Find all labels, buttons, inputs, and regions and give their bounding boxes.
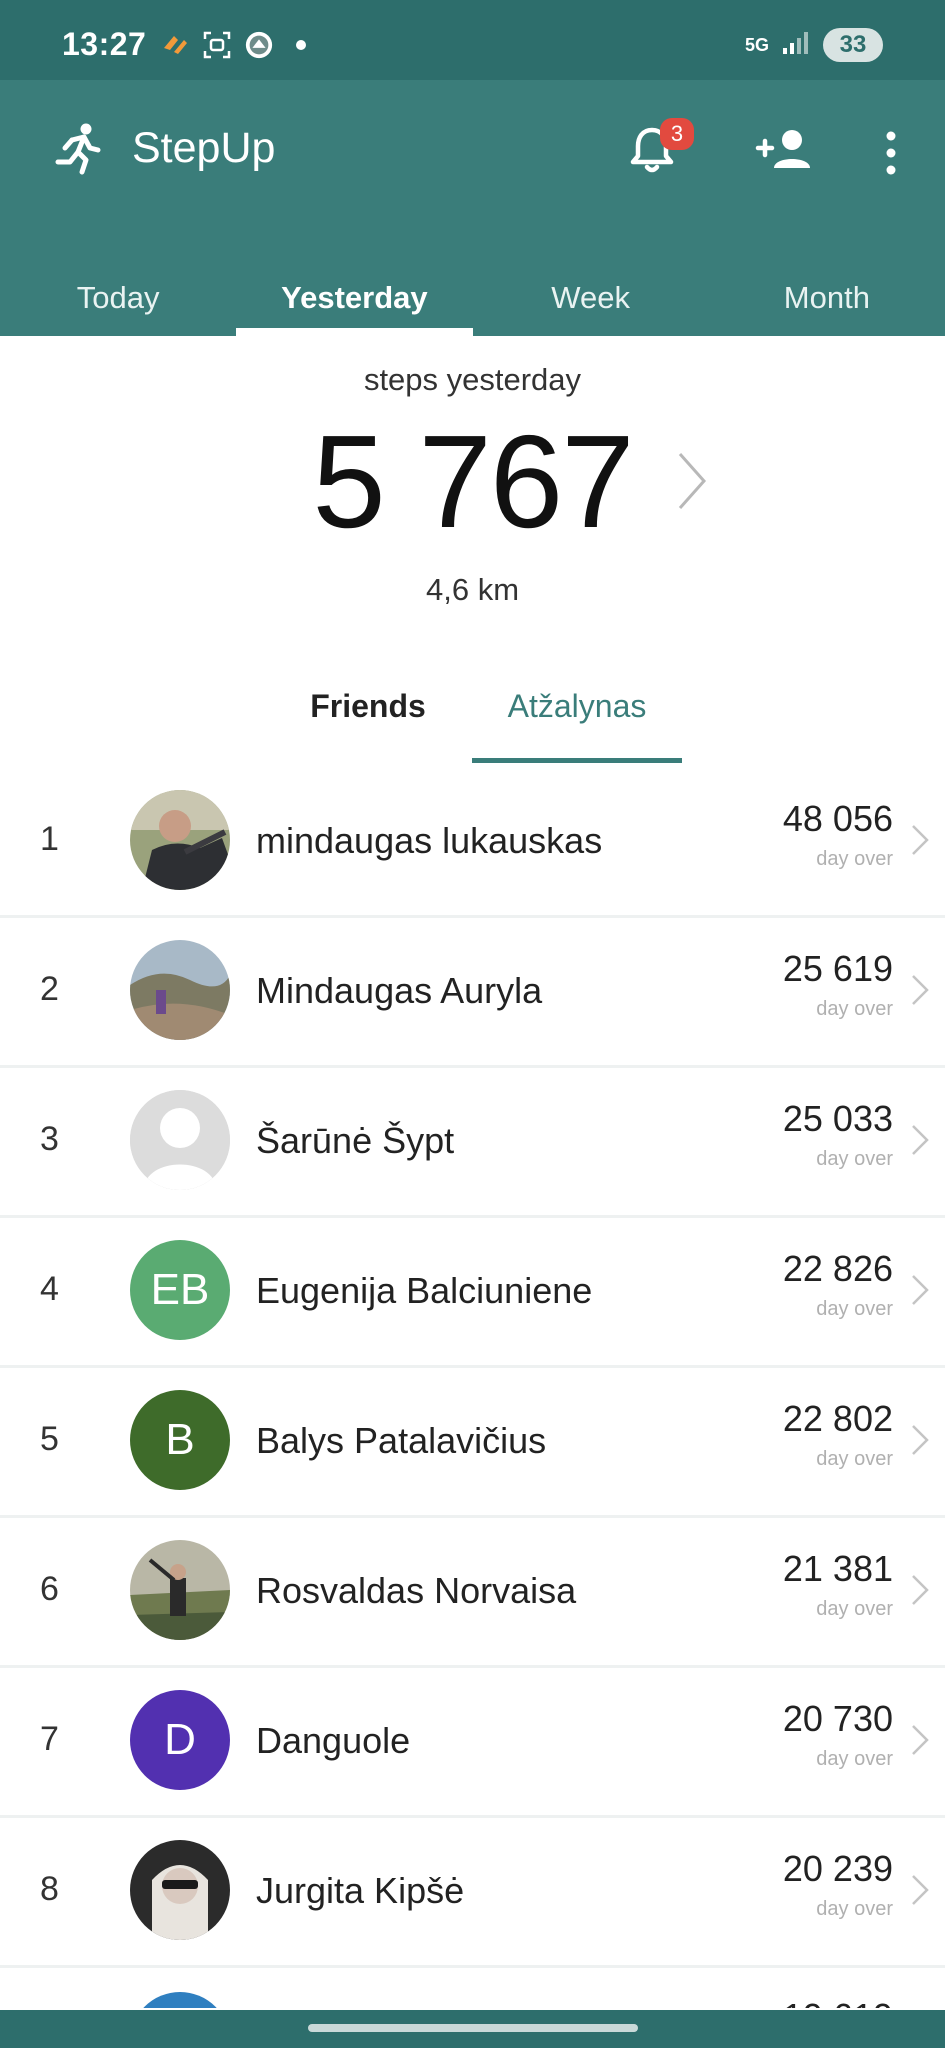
avatar-initials: B	[165, 1415, 195, 1464]
rank: 7	[40, 1720, 59, 1758]
status-notification-icons	[160, 30, 316, 60]
rank: 2	[40, 970, 59, 1008]
list-item-partial[interactable]: 19 619	[0, 1968, 945, 2008]
member-name: mindaugas lukauskas	[256, 820, 603, 861]
battery-indicator: 33	[823, 28, 883, 62]
rank: 1	[40, 820, 59, 858]
rank: 4	[40, 1270, 59, 1308]
avatar	[130, 1540, 230, 1640]
app-bar: StepUp 3 Today Yesterday Week Month	[0, 80, 945, 336]
avatar	[130, 790, 230, 890]
rank: 5	[40, 1420, 59, 1458]
member-status: day over	[816, 1148, 893, 1170]
avatar-placeholder-icon	[130, 1090, 230, 1190]
member-name: Rosvaldas Norvaisa	[256, 1570, 577, 1611]
leaderboard-tabs: Friends Atžalynas	[0, 672, 945, 768]
tab-friends[interactable]: Friends	[280, 688, 456, 725]
active-tab-indicator	[472, 758, 682, 763]
member-steps: 25 033	[782, 1098, 893, 1139]
member-status: day over	[816, 1298, 893, 1320]
member-steps: 48 056	[782, 798, 893, 839]
list-item[interactable]: 4 EB Eugenija Balciuniene 22 826 day ove…	[0, 1218, 945, 1368]
avatar-initials: EB	[150, 1265, 210, 1314]
list-item[interactable]: 2 Mindaugas Auryla 25 619 day over	[0, 918, 945, 1068]
chevron-right-icon	[909, 1270, 931, 1310]
member-steps: 21 381	[782, 1548, 893, 1589]
app-badge-icon	[244, 30, 274, 60]
notification-count-badge: 3	[660, 118, 694, 150]
list-item[interactable]: 6 Rosvaldas Norvaisa 21 381 day over	[0, 1518, 945, 1668]
rank: 6	[40, 1570, 59, 1608]
chevron-right-icon	[909, 1870, 931, 1910]
avatar: D	[130, 1690, 230, 1790]
member-name: Eugenija Balciuniene	[256, 1270, 593, 1311]
leaderboard-list: 1 mindaugas lukauskas 48 056 day over 2	[0, 768, 945, 1968]
chevron-right-icon[interactable]	[672, 446, 712, 516]
avatar: EB	[130, 1240, 230, 1340]
tab-month[interactable]: Month	[709, 256, 945, 336]
add-friend-icon[interactable]	[752, 120, 818, 180]
dot-icon	[286, 30, 316, 60]
runner-icon	[50, 120, 106, 176]
list-item[interactable]: 7 D Danguole 20 730 day over	[0, 1668, 945, 1818]
list-item[interactable]: 5 B Balys Patalavičius 22 802 day over	[0, 1368, 945, 1518]
summary-distance: 4,6 km	[425, 572, 520, 607]
member-name: Danguole	[256, 1720, 411, 1761]
member-status: day over	[816, 1598, 893, 1620]
avatar	[130, 1840, 230, 1940]
tab-today[interactable]: Today	[0, 256, 236, 336]
app-title: StepUp	[132, 124, 276, 172]
member-name: Šarūnė Šypt	[256, 1120, 455, 1161]
avatar: B	[130, 1390, 230, 1490]
chevron-right-icon	[909, 820, 931, 860]
gesture-handle[interactable]	[308, 2024, 638, 2032]
network-label: 5G	[744, 34, 769, 55]
period-tabs: Today Yesterday Week Month	[0, 256, 945, 336]
member-status: day over	[816, 1748, 893, 1770]
status-bar: 13:27 5G 33	[0, 0, 945, 80]
chevron-right-icon	[909, 1120, 931, 1160]
member-steps: 20 730	[782, 1698, 893, 1739]
app-notification-icon	[160, 30, 190, 60]
more-options-icon[interactable]	[872, 126, 910, 182]
rank: 8	[40, 1870, 59, 1908]
member-steps: 25 619	[782, 948, 893, 989]
status-time: 13:27	[62, 26, 147, 62]
member-steps: 22 802	[782, 1398, 893, 1439]
chevron-right-icon	[909, 1570, 931, 1610]
member-name: Balys Patalavičius	[256, 1420, 547, 1461]
member-status: day over	[816, 998, 893, 1020]
tab-week[interactable]: Week	[473, 256, 709, 336]
member-steps: 19 619	[783, 1996, 893, 2008]
avatar	[130, 1992, 230, 2008]
steps-summary[interactable]: steps yesterday 5 767 4,6 km	[0, 336, 945, 636]
chevron-right-icon	[909, 1720, 931, 1760]
list-item[interactable]: 1 mindaugas lukauskas 48 056 day over	[0, 768, 945, 918]
chevron-right-icon	[909, 1420, 931, 1460]
member-status: day over	[816, 1448, 893, 1470]
status-right: 5G 33	[745, 28, 883, 62]
member-name: Mindaugas Auryla	[256, 970, 543, 1011]
member-name: Jurgita Kipšė	[256, 1870, 465, 1911]
member-status: day over	[816, 848, 893, 870]
tab-group[interactable]: Atžalynas	[472, 688, 682, 725]
chevron-right-icon	[909, 970, 931, 1010]
avatar-initials: D	[164, 1715, 196, 1764]
tab-yesterday[interactable]: Yesterday	[236, 256, 473, 336]
list-item[interactable]: 3 Šarūnė Šypt 25 033 day over	[0, 1068, 945, 1218]
screenshot-icon	[202, 30, 232, 60]
avatar	[130, 940, 230, 1040]
rank: 3	[40, 1120, 59, 1158]
list-item[interactable]: 8 Jurgita Kipšė 20 239 day over	[0, 1818, 945, 1968]
signal-icon	[781, 30, 811, 61]
member-steps: 22 826	[782, 1248, 893, 1289]
summary-steps: 5 767	[312, 408, 634, 555]
member-status: day over	[816, 1898, 893, 1920]
member-steps: 20 239	[782, 1848, 893, 1889]
system-navigation-bar	[0, 2010, 945, 2048]
summary-label: steps yesterday	[363, 362, 582, 397]
